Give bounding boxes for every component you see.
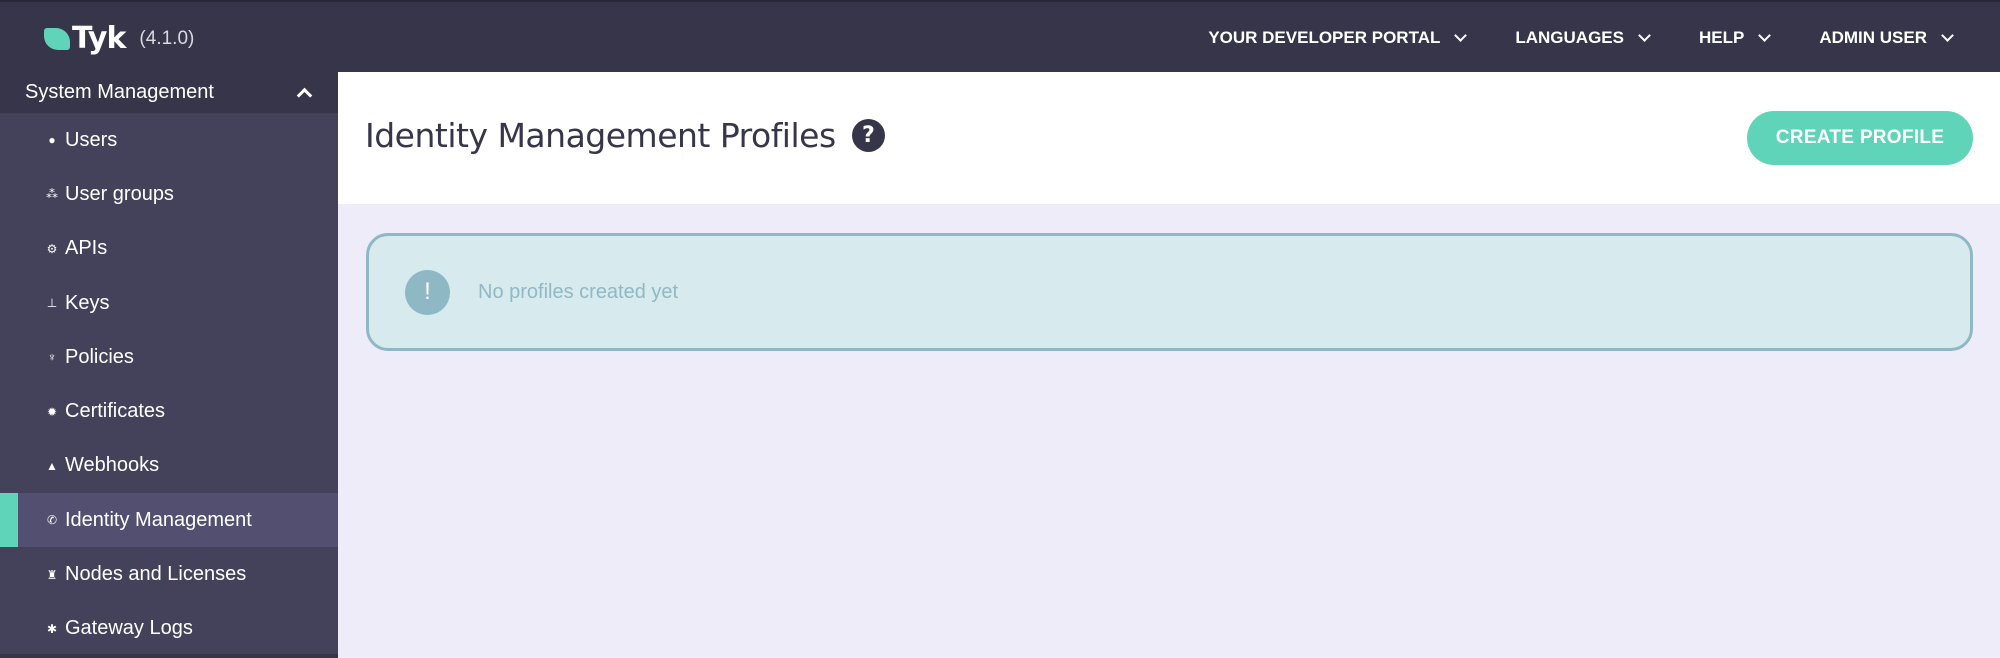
developer-portal-menu[interactable]: YOUR DEVELOPER PORTAL (1208, 28, 1468, 48)
sidebar-item-policies[interactable]: ♆ Policies (0, 330, 338, 384)
developer-portal-label: YOUR DEVELOPER PORTAL (1208, 28, 1441, 47)
sidebar-item-label: Identity Management (65, 508, 252, 531)
sidebar: System Management ● Users ⁂ User groups … (0, 72, 338, 658)
sidebar-item-label: Users (65, 128, 118, 151)
sidebar-item-nodes-and-licenses[interactable]: ♜ Nodes and Licenses (0, 547, 338, 601)
users-icon: ⁂ (46, 187, 58, 202)
languages-label: LANGUAGES (1515, 28, 1624, 47)
sidebar-item-label: Gateway Logs (65, 617, 193, 640)
sidebar-item-label: Keys (65, 291, 110, 314)
sitemap-icon: ⊥ (46, 296, 58, 311)
sidebar-item-users[interactable]: ● Users (0, 113, 338, 167)
chevron-down-icon (1758, 29, 1772, 42)
page-title-row: Identity Management Profiles ? (365, 116, 885, 155)
cogs-icon: ⚙ (46, 241, 58, 256)
help-question-icon[interactable]: ? (851, 119, 885, 152)
chevron-down-icon (1638, 29, 1651, 42)
tyk-logo[interactable]: Tyk (4.1.0) (44, 24, 194, 54)
create-profile-button[interactable]: CREATE PROFILE (1747, 111, 1973, 165)
exclamation-icon: ! (405, 269, 450, 315)
sidebar-item-keys[interactable]: ⊥ Keys (0, 276, 338, 330)
sidebar-item-label: Webhooks (65, 454, 160, 477)
admin-user-menu[interactable]: ADMIN USER (1819, 28, 1954, 48)
chevron-down-icon (1454, 29, 1468, 42)
phone-icon: ✆ (46, 513, 58, 528)
help-menu[interactable]: HELP (1698, 28, 1772, 48)
sidebar-item-apis[interactable]: ⚙ APIs (0, 222, 338, 276)
plug-icon: ♆ (47, 350, 57, 365)
sidebar-item-user-groups[interactable]: ⁂ User groups (0, 167, 338, 221)
languages-menu[interactable]: LANGUAGES (1515, 28, 1651, 48)
bell-icon: ▲ (46, 458, 58, 473)
chevron-down-icon (1941, 29, 1954, 42)
bank-icon: ♜ (46, 567, 58, 582)
empty-state-alert: ! No profiles created yet (366, 233, 1973, 351)
sidebar-item-gateway-logs[interactable]: ✱ Gateway Logs (0, 602, 338, 656)
sidebar-bottom-edge (0, 654, 338, 658)
sidebar-item-identity-management[interactable]: ✆ Identity Management (0, 493, 338, 548)
sidebar-section-system-management[interactable]: System Management (0, 72, 338, 113)
alert-message: No profiles created yet (478, 280, 679, 303)
certificate-icon: ✹ (46, 404, 58, 419)
help-label: HELP (1698, 28, 1745, 47)
sidebar-item-label: Policies (65, 345, 134, 368)
page-header: Identity Management Profiles ? CREATE PR… (338, 72, 2000, 204)
sidebar-item-label: Certificates (65, 400, 166, 423)
sidebar-item-label: User groups (65, 182, 174, 205)
sidebar-item-label: APIs (65, 237, 108, 260)
version-label: (4.1.0) (139, 28, 195, 49)
tyk-leaf-icon (44, 28, 70, 50)
sidebar-item-label: Nodes and Licenses (65, 563, 247, 586)
chevron-up-icon (296, 87, 313, 104)
user-icon: ● (48, 133, 56, 148)
sidebar-section-title: System Management (25, 81, 214, 103)
top-nav-menu: YOUR DEVELOPER PORTAL LANGUAGES HELP ADM… (1158, 2, 1954, 74)
bug-icon: ✱ (46, 621, 58, 636)
logo-text: Tyk (72, 21, 126, 56)
sidebar-item-certificates[interactable]: ✹ Certificates (0, 384, 338, 438)
top-navbar: Tyk (4.1.0) YOUR DEVELOPER PORTAL LANGUA… (0, 0, 2000, 72)
page-title: Identity Management Profiles (365, 116, 836, 155)
admin-user-label: ADMIN USER (1819, 28, 1927, 47)
sidebar-item-webhooks[interactable]: ▲ Webhooks (0, 439, 338, 493)
